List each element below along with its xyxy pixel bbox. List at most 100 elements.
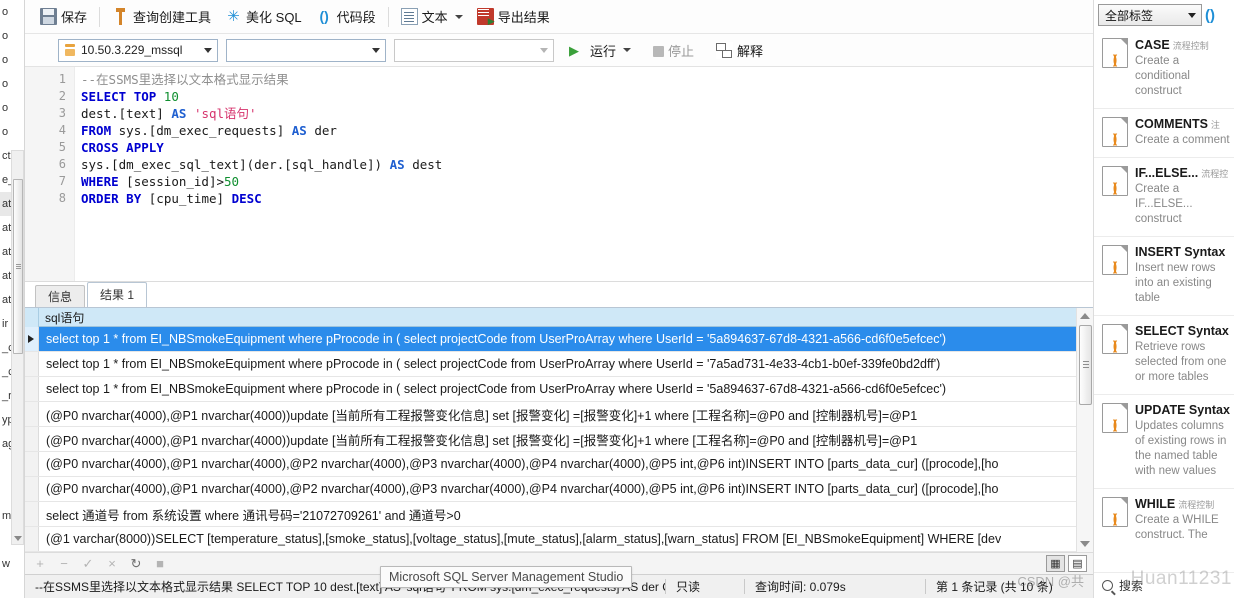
delete-row-button[interactable]: − [57, 556, 71, 571]
scroll-down-arrow-icon[interactable] [1080, 541, 1090, 547]
commit-row-button[interactable]: ✓ [81, 556, 95, 572]
add-row-button[interactable]: + [33, 556, 47, 571]
form-view-button[interactable]: ▤ [1068, 555, 1087, 572]
tooltip: Microsoft SQL Server Management Studio [380, 566, 633, 588]
export-result-button[interactable]: 导出结果 [470, 4, 557, 30]
grid-view-button[interactable]: ▦ [1046, 555, 1065, 572]
table-row[interactable]: (@P0 nvarchar(4000),@P1 nvarchar(4000),@… [25, 452, 1093, 477]
snippet-item[interactable]: () COMMENTS 注 Create a comment [1094, 108, 1234, 157]
database-select[interactable] [226, 38, 386, 62]
left-object-panel[interactable]: o o o o o o cti e_ at at at at at ir _c _c _r yp ag m w [0, 0, 25, 598]
code-snippet-icon: () [1102, 245, 1128, 275]
table-row[interactable]: select top 1 * from EI_NBSmokeEquipment … [25, 377, 1093, 402]
snippet-list[interactable]: () CASE 流程控制 Create a conditional construct… [1094, 30, 1234, 572]
snippet-body: COMMENTS 注 Create a comment [1135, 117, 1230, 148]
snippet-title: CASE 流程控制 [1135, 38, 1209, 52]
results-scrollbar-thumb[interactable] [1079, 325, 1092, 405]
results-vertical-scrollbar[interactable] [1076, 308, 1093, 552]
row-selector[interactable] [25, 402, 39, 426]
table-cell-sql[interactable]: select top 1 * from EI_NBSmokeEquipment … [39, 382, 946, 396]
explain-button[interactable]: 解释 [709, 37, 770, 63]
snippet-item[interactable]: () UPDATE Syntax Updates columns of existi… [1094, 394, 1234, 488]
table-row[interactable]: (@P0 nvarchar(4000),@P1 nvarchar(4000),@… [25, 477, 1093, 502]
save-icon [40, 8, 57, 25]
table-cell-sql[interactable]: (@P0 nvarchar(4000),@P1 nvarchar(4000),@… [39, 482, 998, 496]
chevron-down-icon[interactable] [454, 14, 463, 19]
row-selector[interactable] [25, 327, 39, 351]
table-row[interactable]: (@P0 nvarchar(4000),@P1 nvarchar(4000))u… [25, 402, 1093, 427]
table-cell-sql[interactable]: (@P0 nvarchar(4000),@P1 nvarchar(4000),@… [39, 457, 998, 471]
row-selector[interactable] [25, 527, 39, 551]
table-cell-sql[interactable]: (@P0 nvarchar(4000),@P1 nvarchar(4000))u… [39, 430, 917, 449]
table-row[interactable]: select top 1 * from EI_NBSmokeEquipment … [25, 352, 1093, 377]
new-snippet-icon[interactable]: () [1205, 7, 1215, 24]
row-selector[interactable] [25, 477, 39, 501]
chevron-down-icon[interactable] [1188, 12, 1196, 18]
table-select[interactable] [394, 38, 554, 62]
scroll-down-arrow-icon[interactable] [14, 536, 22, 541]
database-select-arrow-icon[interactable] [368, 40, 383, 61]
row-selector[interactable] [25, 427, 39, 451]
table-cell-sql[interactable]: (@P0 nvarchar(4000),@P1 nvarchar(4000))u… [39, 405, 917, 424]
row-selector[interactable] [25, 352, 39, 376]
text-format-button[interactable]: 文本 [394, 4, 470, 30]
snippet-title: INSERT Syntax [1135, 245, 1226, 259]
scroll-up-arrow-icon[interactable] [1080, 313, 1090, 319]
row-selector[interactable] [25, 452, 39, 476]
snippet-item[interactable]: () SELECT Syntax Retrieve rows selected fr… [1094, 315, 1234, 394]
left-object-item[interactable]: o [0, 72, 24, 96]
results-tab-0[interactable]: 信息 [35, 285, 86, 307]
snippet-item[interactable]: () CASE 流程控制 Create a conditional construct [1094, 30, 1234, 108]
refresh-button[interactable]: ↻ [129, 556, 143, 572]
left-panel-scrollbar[interactable] [11, 150, 24, 545]
save-button[interactable]: 保存 [33, 4, 94, 30]
snippet-item[interactable]: () IF...ELSE... 流程控 Create a IF...ELSE... c… [1094, 157, 1234, 236]
table-cell-sql[interactable]: select top 1 * from EI_NBSmokeEquipment … [39, 332, 946, 346]
table-row[interactable]: select 通道号 from 系统设置 where 通讯号码='2107270… [25, 502, 1093, 527]
server-select-arrow-icon[interactable] [200, 40, 215, 61]
stop-label: 停止 [668, 43, 695, 59]
table-row[interactable]: select top 1 * from EI_NBSmokeEquipment … [25, 327, 1093, 352]
snippet-item[interactable]: () WHILE 流程控制 Create a WHILE construct. The [1094, 488, 1234, 552]
editor-code-area[interactable]: --在SSMS里选择以文本格式显示结果 SELECT TOP 10 dest.[te… [75, 67, 1093, 281]
sql-code-editor[interactable]: 1 2 3 4 5 6 7 8 --在SSMS里选择以文本格式显示结果 SELECT TOP 1… [25, 67, 1093, 282]
query-builder-icon [112, 8, 129, 25]
column-header-sql[interactable]: sql语句 [39, 309, 84, 326]
results-tabstrip[interactable]: 信息 结果 1 [25, 282, 1093, 308]
stop-button[interactable]: 停止 [646, 37, 701, 63]
run-button[interactable]: ▶ 运行 [562, 37, 638, 63]
left-object-item[interactable]: o [0, 120, 24, 144]
table-cell-sql[interactable]: select 通道号 from 系统设置 where 通讯号码='2107270… [39, 505, 461, 524]
left-object-item[interactable]: w [0, 552, 24, 576]
left-object-item[interactable]: o [0, 24, 24, 48]
snippet-body: IF...ELSE... 流程控 Create a IF...ELSE... con… [1135, 166, 1230, 227]
snippet-item[interactable]: () INSERT Syntax Insert new rows into an e… [1094, 236, 1234, 315]
stop-fetch-button[interactable]: ■ [153, 556, 167, 571]
table-row[interactable]: (@P0 nvarchar(4000),@P1 nvarchar(4000))u… [25, 427, 1093, 452]
table-cell-sql[interactable]: (@1 varchar(8000))SELECT [temperature_st… [39, 532, 1001, 546]
snippet-title: COMMENTS 注 [1135, 117, 1220, 131]
left-object-item[interactable]: o [0, 0, 24, 24]
query-builder-button[interactable]: 查询创建工具 [105, 4, 218, 30]
left-panel-scrollbar-thumb[interactable] [13, 179, 23, 354]
table-row[interactable]: (@1 varchar(8000))SELECT [temperature_st… [25, 527, 1093, 552]
results-tab-1[interactable]: 结果 1 [87, 282, 148, 307]
snippet-tag-filter-select[interactable]: 全部标签 [1098, 4, 1202, 26]
cancel-row-button[interactable]: × [105, 556, 119, 571]
snippet-title: IF...ELSE... 流程控 [1135, 166, 1229, 180]
code-snippet-icon: () [1102, 497, 1128, 527]
row-selector[interactable] [25, 377, 39, 401]
run-chevron-down-icon[interactable] [623, 48, 632, 52]
beautify-sql-button[interactable]: ✳ 美化 SQL [218, 4, 309, 30]
results-grid[interactable]: sql语句 select top 1 * from EI_NBSmokeEqui… [25, 308, 1093, 552]
table-cell-sql[interactable]: select top 1 * from EI_NBSmokeEquipment … [39, 357, 940, 371]
line-number: 8 [58, 191, 66, 205]
left-object-item[interactable]: o [0, 48, 24, 72]
server-connection-select[interactable]: 10.50.3.229_mssql [58, 38, 218, 62]
left-object-item[interactable]: o [0, 96, 24, 120]
code-snippet-button[interactable]: () 代码段 [309, 4, 383, 30]
table-select-arrow-icon[interactable] [536, 40, 551, 61]
snippet-search-box[interactable]: 搜索 [1094, 572, 1234, 598]
code-snippet-icon: () [1102, 403, 1128, 433]
row-selector[interactable] [25, 502, 39, 526]
